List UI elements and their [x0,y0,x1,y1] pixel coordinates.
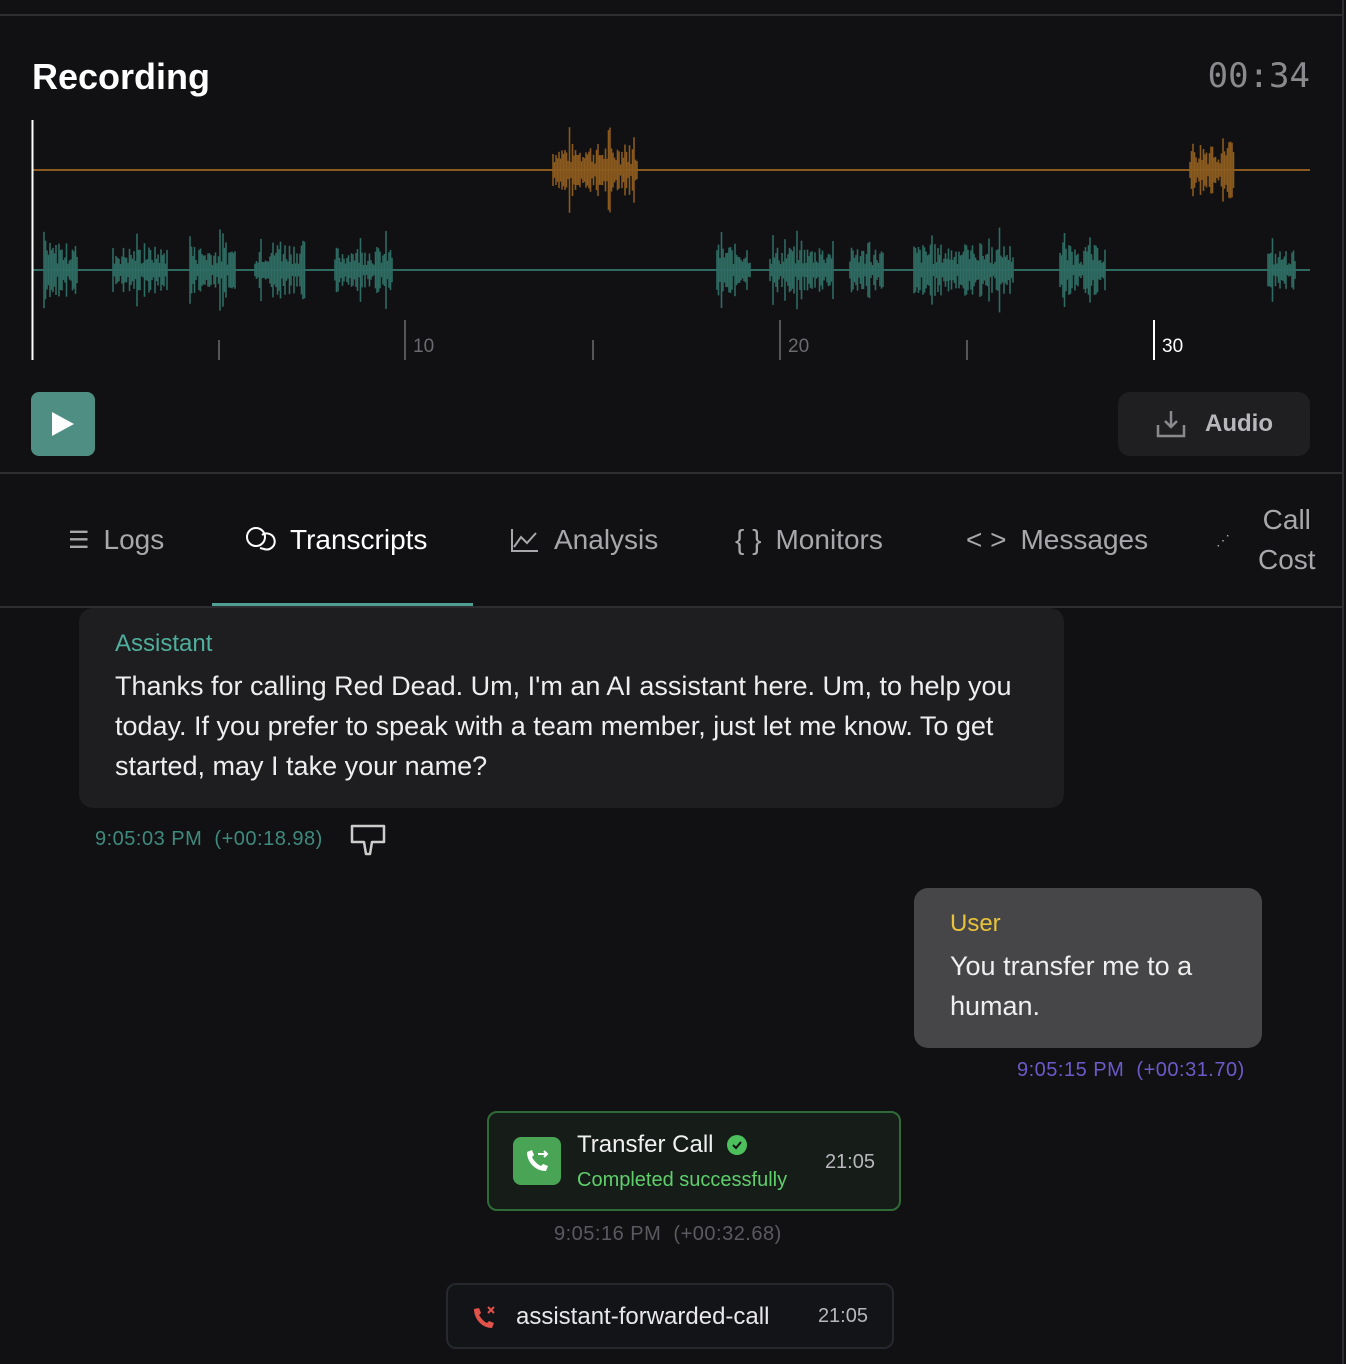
phone-transfer-icon [513,1137,561,1185]
download-icon [1156,411,1186,438]
thumbs-down-icon[interactable] [350,824,388,858]
tab-label: Analysis [554,524,659,555]
waveform[interactable]: 10 20 30 [0,110,1346,370]
tick-label-30: 30 [1162,336,1183,357]
recording-duration: 00:34 [1207,56,1310,96]
audio-label: Audio [1205,410,1273,437]
message-text: Thanks for calling Red Dead. Um, I'm an … [115,671,1012,781]
braces-icon: { } [735,524,762,555]
tool-call-card[interactable]: Transfer Call Completed successfully 21:… [487,1111,901,1211]
chat-bubbles-icon [246,527,276,551]
tool-call-clock: 21:05 [824,1151,875,1173]
tick-label-10: 10 [413,336,434,357]
tab-call-cost[interactable]: ⋰ Call Cost [1216,474,1316,606]
tab-label: Call [1262,504,1311,535]
tab-bar: ☰ Logs Transcripts Analysis { } Monitors… [0,474,1342,606]
tab-label: Cost [1258,544,1316,575]
message-timestamp: 9:05:03 PM (+00:18.98) [95,828,323,850]
play-icon [52,412,74,436]
tick-label-20: 20 [788,336,809,357]
line-chart-icon [511,529,538,552]
call-ended-card: assistant-forwarded-call 21:05 [446,1283,894,1349]
tab-monitors[interactable]: { } Monitors [735,474,883,606]
tool-call-status: Completed successfully [577,1169,788,1191]
message-text: You transfer me to a human. [950,951,1193,1021]
code-icon: < > [966,524,1007,555]
play-button[interactable] [31,392,95,456]
tab-label: Logs [103,524,165,555]
check-circle-icon [727,1135,748,1155]
tab-analysis[interactable]: Analysis [510,474,658,606]
message-timestamp: 9:05:15 PM (+00:31.70) [1017,1059,1245,1081]
message-role: User [950,910,1001,937]
phone-hangup-icon [474,1306,495,1328]
recording-title: Recording [32,56,211,97]
ended-reason: assistant-forwarded-call [516,1303,770,1330]
download-audio-button[interactable]: Audio [1118,392,1310,456]
divider [0,14,1342,16]
tab-messages[interactable]: < > Messages [966,474,1148,606]
scatter-icon: ⋰ [1216,531,1230,548]
tab-label: Monitors [775,524,883,555]
tab-label: Transcripts [290,524,428,555]
assistant-message: Assistant Thanks for calling Red Dead. U… [79,608,1064,808]
message-timestamp: 9:05:16 PM (+00:32.68) [554,1223,782,1245]
message-role: Assistant [115,630,213,657]
tool-call-name: Transfer Call [577,1131,714,1158]
tab-label: Messages [1020,524,1149,555]
ended-clock: 21:05 [817,1305,868,1327]
user-message: User You transfer me to a human. [914,888,1262,1048]
list-icon: ☰ [68,526,90,554]
tab-logs[interactable]: ☰ Logs [68,474,164,606]
tab-transcripts[interactable]: Transcripts [244,474,427,606]
